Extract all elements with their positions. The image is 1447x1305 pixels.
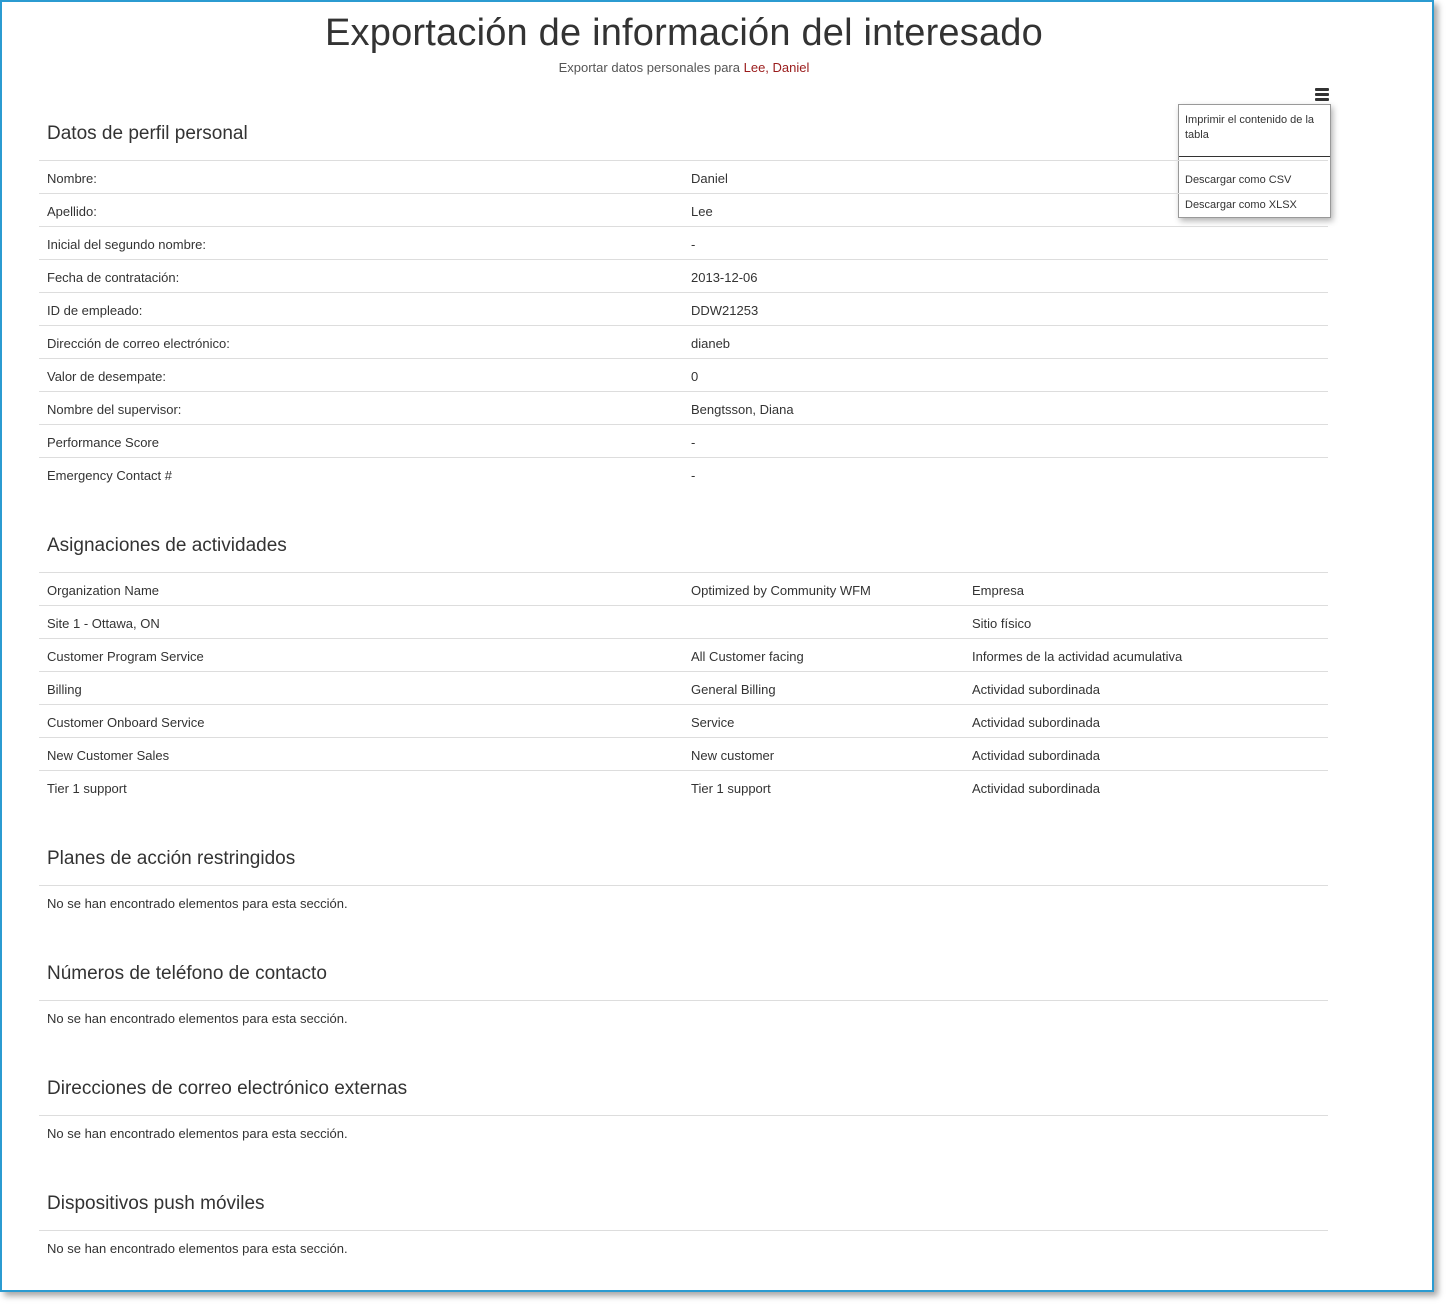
table-row: Emergency Contact # -: [39, 458, 1328, 491]
assignment-type: Actividad subordinada: [972, 715, 1100, 730]
assignment-detail: Service: [691, 715, 735, 730]
table-row: Billing General Billing Actividad subord…: [39, 672, 1328, 705]
assignment-type: Informes de la actividad acumulativa: [972, 649, 1183, 664]
profile-label: Performance Score: [47, 435, 159, 450]
table-row: Site 1 - Ottawa, ON Sitio físico: [39, 606, 1328, 639]
menu-bar: [1315, 93, 1329, 96]
profile-label: Apellido:: [47, 204, 97, 219]
empty-section-message: No se han encontrado elementos para esta…: [47, 1011, 348, 1026]
external-emails-section-title: Direcciones de correo electrónico extern…: [47, 1078, 408, 1099]
assignment-name: Customer Program Service: [47, 649, 204, 664]
profile-label: Nombre del supervisor:: [47, 402, 182, 417]
assignment-detail: All Customer facing: [691, 649, 804, 664]
assignment-name: Customer Onboard Service: [47, 715, 205, 730]
assignments-section-title: Asignaciones de actividades: [47, 535, 287, 556]
table-row: Dirección de correo electrónico: dianeb: [39, 326, 1328, 359]
profile-label: Inicial del segundo nombre:: [47, 237, 206, 252]
menu-separator: [1179, 156, 1330, 157]
profile-value: Lee: [691, 204, 713, 219]
assignment-type: Actividad subordinada: [972, 781, 1100, 796]
page-title: Exportación de información del interesad…: [325, 12, 1043, 54]
profile-label: Fecha de contratación:: [47, 270, 180, 285]
table-row: Customer Program Service All Customer fa…: [39, 639, 1328, 672]
profile-label: Emergency Contact #: [47, 468, 173, 483]
assignment-type: Empresa: [972, 583, 1025, 598]
assignment-type: Sitio físico: [972, 616, 1032, 631]
restricted-plans-section-title: Planes de acción restringidos: [47, 848, 296, 869]
assignment-detail: New customer: [691, 748, 775, 763]
subtitle-prefix: Exportar datos personales para: [558, 60, 740, 75]
phone-numbers-section-title: Números de teléfono de contacto: [47, 963, 327, 984]
menu-bar: [1315, 98, 1329, 101]
assignment-name: Tier 1 support: [47, 781, 127, 796]
profile-value: dianeb: [691, 336, 731, 351]
empty-section-message: No se han encontrado elementos para esta…: [47, 1126, 348, 1141]
mobile-push-devices-section-title: Dispositivos push móviles: [47, 1193, 265, 1214]
profile-value: -: [691, 468, 696, 483]
profile-label: Nombre:: [47, 171, 97, 186]
assignment-name: Organization Name: [47, 583, 159, 598]
profile-value: 2013-12-06: [691, 270, 758, 285]
assignment-detail: Tier 1 support: [691, 781, 771, 796]
assignment-name: New Customer Sales: [47, 748, 170, 763]
table-row: Valor de desempate: 0: [39, 359, 1328, 392]
section-divider: [39, 1000, 1328, 1001]
assignment-name: Site 1 - Ottawa, ON: [47, 616, 160, 631]
profile-value: -: [691, 435, 696, 450]
assignment-name: Billing: [47, 682, 82, 697]
assignment-detail: General Billing: [691, 682, 776, 697]
export-window: Exportación de información del interesad…: [0, 0, 1434, 1292]
print-table-menu-item[interactable]: Imprimir el contenido de la tabla: [1185, 113, 1325, 143]
profile-value: -: [691, 237, 696, 252]
empty-section-message: No se han encontrado elementos para esta…: [47, 896, 348, 911]
section-divider: [39, 1230, 1328, 1231]
profile-label: Dirección de correo electrónico:: [47, 336, 230, 351]
profile-label: ID de empleado:: [47, 303, 143, 318]
assignment-type: Actividad subordinada: [972, 682, 1100, 697]
table-row: New Customer Sales New customer Activida…: [39, 738, 1328, 771]
table-row: Nombre del supervisor: Bengtsson, Diana: [39, 392, 1328, 425]
page-subtitle: Exportar datos personales para Lee, Dani…: [2, 60, 1366, 75]
table-row: Organization Name Optimized by Community…: [39, 573, 1328, 606]
assignment-detail: Optimized by Community WFM: [691, 583, 871, 598]
table-row: Apellido: Lee: [39, 194, 1328, 227]
profile-value: Bengtsson, Diana: [691, 402, 794, 417]
section-divider: [39, 1115, 1328, 1116]
hamburger-menu-icon[interactable]: [1312, 85, 1332, 105]
table-row: Customer Onboard Service Service Activid…: [39, 705, 1328, 738]
profile-label: Valor de desempate:: [47, 369, 166, 384]
table-row: Tier 1 support Tier 1 support Actividad …: [39, 771, 1328, 804]
section-divider: [39, 885, 1328, 886]
subject-name: Lee, Daniel: [743, 60, 810, 75]
table-row: Inicial del segundo nombre: -: [39, 227, 1328, 260]
profile-value: 0: [691, 369, 699, 384]
menu-bar: [1315, 88, 1329, 91]
table-row: Fecha de contratación: 2013-12-06: [39, 260, 1328, 293]
table-row: Performance Score -: [39, 425, 1328, 458]
empty-section-message: No se han encontrado elementos para esta…: [47, 1241, 348, 1256]
profile-section-title: Datos de perfil personal: [47, 123, 248, 144]
profile-value: Daniel: [691, 171, 728, 186]
table-row: ID de empleado: DDW21253: [39, 293, 1328, 326]
table-row: Nombre: Daniel: [39, 161, 1328, 194]
assignment-type: Actividad subordinada: [972, 748, 1100, 763]
profile-value: DDW21253: [691, 303, 759, 318]
